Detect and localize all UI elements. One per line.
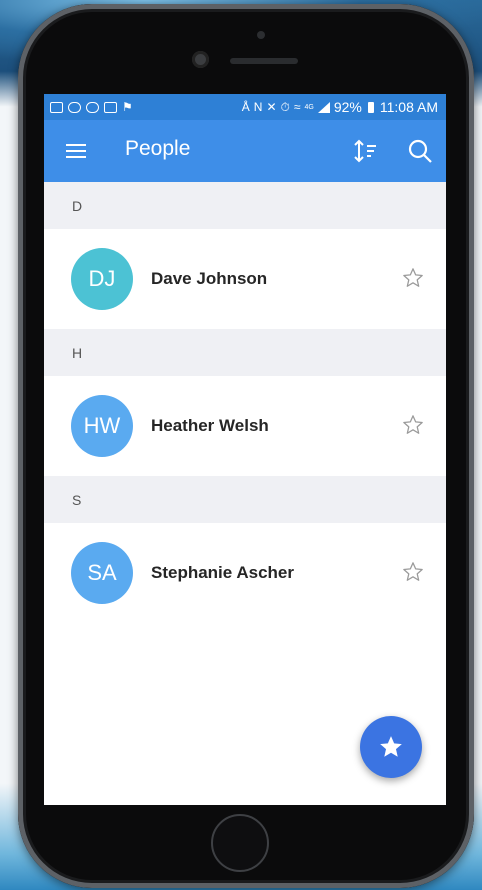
notification-icons: ⚑ xyxy=(50,100,133,114)
avatar: HW xyxy=(71,395,133,457)
menu-icon[interactable] xyxy=(66,144,86,158)
contact-row[interactable]: DJ Dave Johnson xyxy=(44,229,446,329)
favorite-star-icon[interactable] xyxy=(402,561,424,583)
battery-icon xyxy=(367,101,374,113)
bluetooth-icon: Å xyxy=(241,100,250,114)
star-icon xyxy=(380,736,402,757)
section-header-h: H xyxy=(44,329,446,376)
front-camera xyxy=(192,51,209,68)
home-button[interactable] xyxy=(211,814,269,872)
earpiece-speaker xyxy=(230,58,298,64)
contact-name: Heather Welsh xyxy=(151,416,269,435)
network-type-label: 4G xyxy=(304,103,314,111)
weather-icon xyxy=(68,101,81,113)
favorites-fab-button[interactable] xyxy=(360,716,422,778)
wifi-icon: ≈ xyxy=(293,100,301,114)
signal-icon xyxy=(317,101,330,113)
image-icon xyxy=(104,101,117,113)
mute-icon: ✕ xyxy=(266,100,277,114)
favorite-star-icon[interactable] xyxy=(402,267,424,289)
status-time: 11:08 AM xyxy=(379,99,438,115)
contact-list: D DJ Dave Johnson H HW Heather Welsh S S… xyxy=(44,182,446,623)
sort-icon[interactable] xyxy=(352,139,378,163)
proximity-sensor xyxy=(257,31,265,39)
contact-row[interactable]: HW Heather Welsh xyxy=(44,376,446,476)
avatar: DJ xyxy=(71,248,133,310)
contact-name: Dave Johnson xyxy=(151,269,268,288)
contact-name: Stephanie Ascher xyxy=(151,563,294,582)
section-header-s: S xyxy=(44,476,446,523)
avatar-initials: SA xyxy=(87,560,117,585)
app-bar: People xyxy=(44,120,446,182)
flag-icon: ⚑ xyxy=(122,100,133,114)
alarm-icon: ⏱ xyxy=(280,99,290,114)
nfc-icon: N xyxy=(253,100,263,114)
avatar-initials: HW xyxy=(83,413,121,438)
status-bar: ⚑ Å N ✕ ⏱ ≈ 4G 92% 11:08 AM xyxy=(44,94,446,120)
section-letter: H xyxy=(72,344,83,361)
search-icon[interactable] xyxy=(407,138,433,164)
cloud-icon xyxy=(86,101,99,113)
contact-row[interactable]: SA Stephanie Ascher xyxy=(44,523,446,623)
system-icons: Å N ✕ ⏱ ≈ 4G 92% 11:08 AM xyxy=(242,99,438,115)
section-letter: S xyxy=(72,491,82,508)
battery-percent: 92% xyxy=(333,99,362,115)
avatar-initials: DJ xyxy=(88,266,116,291)
avatar: SA xyxy=(71,542,133,604)
favorite-star-icon[interactable] xyxy=(402,414,424,436)
gmail-icon xyxy=(50,101,63,113)
section-letter: D xyxy=(72,197,83,214)
section-header-d: D xyxy=(44,182,446,229)
page-title: People xyxy=(125,137,191,160)
app-screen: ⚑ Å N ✕ ⏱ ≈ 4G 92% 11:08 AM People D DJ … xyxy=(44,94,446,805)
